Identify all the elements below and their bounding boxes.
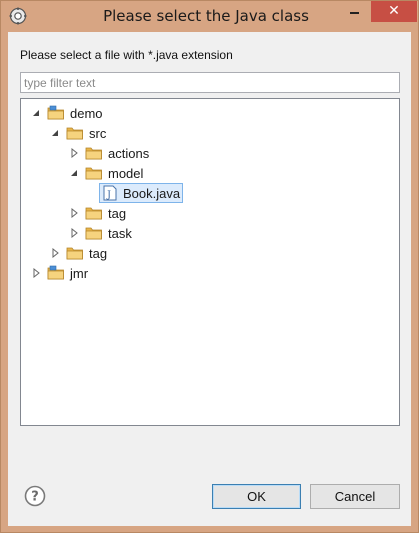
source-folder-icon — [66, 127, 83, 140]
project-folder-icon — [47, 105, 64, 120]
tree-node-task[interactable]: task — [69, 223, 132, 243]
file-tree[interactable]: demo src actions model J Book.java tag t… — [20, 98, 400, 426]
expanded-triangle-icon[interactable] — [69, 168, 79, 178]
minimize-button[interactable] — [341, 2, 368, 22]
package-folder-icon — [85, 227, 102, 240]
tree-node-label: task — [108, 225, 132, 241]
close-button[interactable]: ✕ — [371, 1, 417, 22]
tree-node-model[interactable]: model — [69, 163, 143, 183]
project-folder-icon — [47, 265, 64, 280]
tree-node-label: src — [89, 125, 107, 141]
help-glyph: ? — [31, 490, 39, 505]
collapsed-triangle-icon[interactable] — [50, 248, 60, 258]
tree-node-demo[interactable]: demo — [31, 103, 103, 123]
java-file-icon: J — [103, 185, 117, 201]
tree-node-label: demo — [70, 105, 103, 121]
tree-node-label: actions — [108, 145, 150, 161]
package-folder-icon — [85, 147, 102, 160]
package-folder-icon — [85, 207, 102, 220]
folder-icon — [66, 247, 83, 260]
collapsed-triangle-icon[interactable] — [69, 148, 79, 158]
gear-icon — [9, 7, 27, 25]
tree-node-tag[interactable]: tag — [69, 203, 126, 223]
tree-node-label: model — [108, 165, 144, 181]
tree-node-actions[interactable]: actions — [69, 143, 149, 163]
cancel-button[interactable]: Cancel — [310, 484, 400, 509]
collapsed-triangle-icon[interactable] — [69, 228, 79, 238]
close-icon: ✕ — [388, 3, 400, 19]
dialog-body: Please select a file with *.java extensi… — [8, 32, 411, 526]
tree-node-label: tag — [89, 245, 108, 261]
filter-input[interactable] — [20, 72, 400, 93]
tree-node-src[interactable]: src — [50, 123, 106, 143]
window-title: Please select the Java class — [103, 7, 309, 25]
tree-node-tag-folder[interactable]: tag — [50, 243, 107, 263]
tree-node-label: tag — [108, 205, 127, 221]
title-bar[interactable]: Please select the Java class ✕ — [1, 1, 418, 32]
selection-highlight[interactable]: J Book.java — [99, 183, 184, 203]
dialog-window: Please select the Java class ✕ Please se… — [0, 0, 419, 533]
tree-node-jmr[interactable]: jmr — [31, 263, 88, 283]
expanded-triangle-icon[interactable] — [31, 108, 41, 118]
help-icon[interactable]: ? — [24, 485, 46, 507]
expanded-triangle-icon[interactable] — [50, 128, 60, 138]
collapsed-triangle-icon[interactable] — [69, 208, 79, 218]
collapsed-triangle-icon[interactable] — [31, 268, 41, 278]
tree-node-label: Book.java — [123, 185, 181, 201]
instruction-label: Please select a file with *.java extensi… — [20, 48, 233, 62]
package-folder-icon — [85, 167, 102, 180]
tree-node-book-java[interactable]: J Book.java — [99, 183, 184, 203]
svg-text:J: J — [106, 191, 111, 201]
ok-button[interactable]: OK — [212, 484, 301, 509]
tree-node-label: jmr — [70, 265, 89, 281]
